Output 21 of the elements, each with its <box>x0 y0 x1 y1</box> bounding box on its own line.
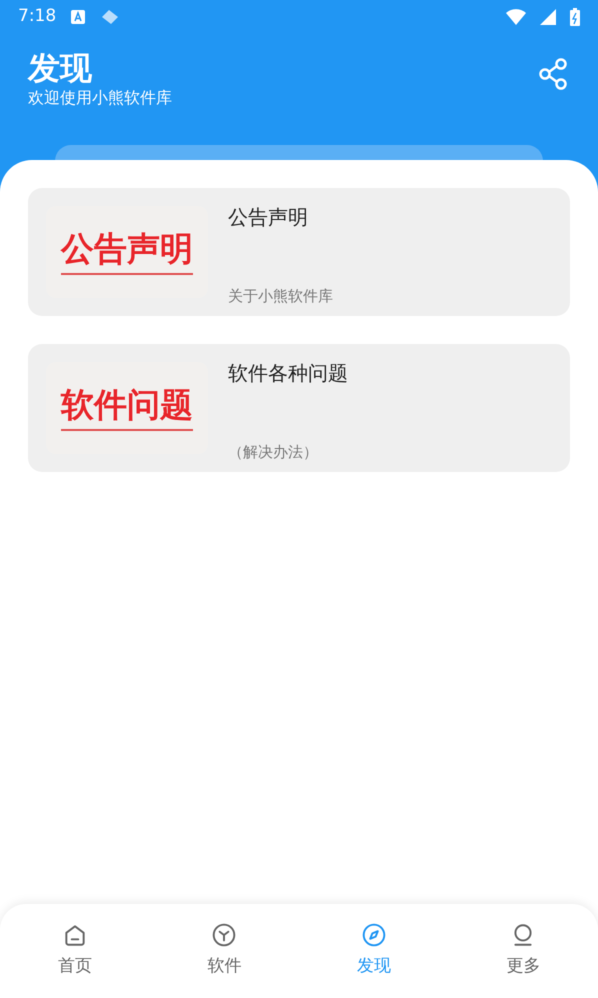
article-card[interactable]: 公告声明 公告声明 关于小熊软件库 <box>28 188 570 316</box>
compass-icon <box>360 922 387 948</box>
card-title: 软件各种问题 <box>228 360 348 386</box>
nav-tab[interactable]: 首页 <box>0 904 150 998</box>
article-card[interactable]: 软件问题 软件各种问题 （解决办法） <box>28 344 570 472</box>
battery-icon <box>570 8 580 26</box>
nav-tab[interactable]: 软件 <box>150 904 299 998</box>
nav-tab[interactable]: 发现 <box>299 904 448 998</box>
share-button[interactable] <box>538 58 568 90</box>
card-title: 公告声明 <box>228 204 309 230</box>
card-subtitle: （解决办法） <box>228 442 319 462</box>
share-icon <box>538 58 568 90</box>
signal-icon <box>540 9 556 25</box>
card-subtitle: 关于小熊软件库 <box>228 286 333 306</box>
tag-icon <box>100 9 120 25</box>
page-subtitle: 欢迎使用小熊软件库 <box>28 88 173 108</box>
keyboard-icon <box>70 9 86 25</box>
nav-tab[interactable]: 更多 <box>448 904 598 998</box>
status-time: 7:18 <box>18 5 56 28</box>
page-title: 发现 <box>28 48 93 88</box>
wifi-icon <box>506 9 526 25</box>
